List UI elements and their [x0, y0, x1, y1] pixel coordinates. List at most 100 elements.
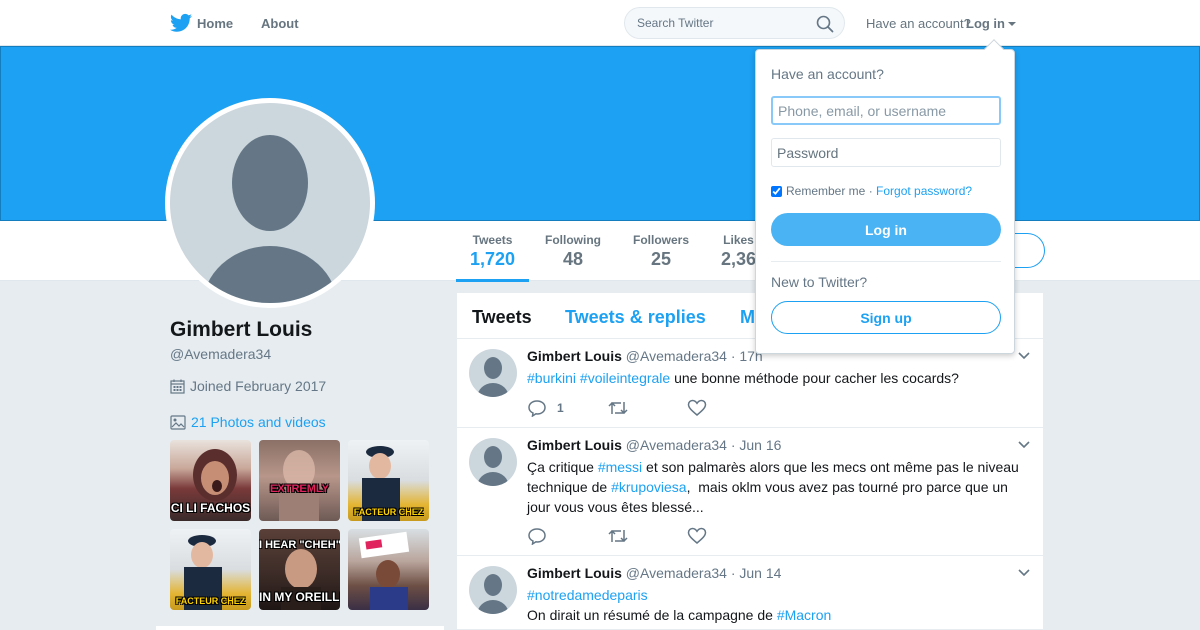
- nav-home-link[interactable]: Home: [197, 16, 233, 31]
- login-dropdown-toggle[interactable]: Log in: [966, 16, 1016, 31]
- tab-tweets-and-replies[interactable]: Tweets & replies: [565, 307, 706, 328]
- thumbnail-caption: IN MY OREILLETTE: [259, 590, 340, 604]
- tweet-author-handle[interactable]: @Avemadera34: [626, 437, 727, 453]
- tweet-text-segment: une bonne méthode pour cacher les cocard…: [670, 370, 959, 386]
- profile-avatar[interactable]: [165, 98, 375, 308]
- username-field[interactable]: [771, 96, 1001, 125]
- photos-link-label[interactable]: 21 Photos and videos: [191, 414, 326, 430]
- stat-value: 25: [650, 249, 672, 269]
- tweet-text-segment: Ça critique: [527, 459, 598, 475]
- like-icon[interactable]: [687, 527, 707, 545]
- remember-me-checkbox[interactable]: [771, 186, 782, 197]
- retweet-action[interactable]: [607, 527, 629, 548]
- search-box[interactable]: Search Twitter: [624, 7, 845, 39]
- tab-tweets[interactable]: Tweets: [472, 307, 532, 328]
- chevron-down-icon[interactable]: [1017, 568, 1031, 578]
- forgot-password-link[interactable]: Forgot password?: [876, 184, 972, 198]
- reply-icon[interactable]: [527, 399, 547, 418]
- new-to-twitter-text: New to Twitter?: [771, 274, 868, 290]
- reply-action[interactable]: 1: [527, 399, 564, 420]
- tweet-text: #notredamedeparis On dirait un résumé de…: [527, 585, 1027, 625]
- reply-count: 1: [557, 401, 564, 415]
- thumbnail-caption: EXTREMLY: [270, 483, 329, 495]
- photo-icon: [170, 415, 186, 430]
- login-link-label[interactable]: Log in: [966, 16, 1005, 31]
- active-tab-underline: [456, 279, 530, 282]
- photo-thumbnail[interactable]: I HEAR "CHEH" IN MY OREILLETTE: [259, 529, 340, 610]
- tweet-text: Ça critique #messi et son palmarès alors…: [527, 457, 1027, 517]
- tweet-timestamp[interactable]: · Jun 14: [731, 565, 782, 581]
- tweet-author-name[interactable]: Gimbert Louis: [527, 565, 622, 581]
- like-icon[interactable]: [687, 399, 707, 417]
- tweet-author-name[interactable]: Gimbert Louis: [527, 348, 622, 364]
- login-dropdown: Have an account? Remember me · Forgot pa…: [755, 39, 1015, 354]
- stat-following[interactable]: Following 48: [545, 233, 601, 270]
- tweet-header: Gimbert Louis @Avemadera34 · 17h: [527, 348, 763, 364]
- search-icon[interactable]: [816, 15, 834, 33]
- hashtag-link[interactable]: #voileintegrale: [580, 370, 670, 386]
- calendar-icon: [170, 379, 185, 394]
- default-avatar-icon: [477, 574, 509, 614]
- photo-thumbnail[interactable]: EXTREMLY: [259, 440, 340, 521]
- photo-thumbnail[interactable]: [348, 529, 429, 610]
- twitter-bird-icon[interactable]: [170, 13, 192, 33]
- chevron-down-icon[interactable]: [1017, 440, 1031, 450]
- retweet-icon[interactable]: [607, 527, 629, 545]
- stat-followers[interactable]: Followers 25: [633, 233, 689, 270]
- reply-icon[interactable]: [527, 527, 547, 546]
- signup-button[interactable]: Sign up: [771, 301, 1001, 334]
- stat-tweets[interactable]: Tweets 1,720: [456, 233, 530, 282]
- hashtag-link[interactable]: #Macron: [777, 607, 831, 623]
- left-column-card-edge: [156, 626, 444, 630]
- reply-action[interactable]: [527, 527, 547, 548]
- thumbnail-image: [358, 531, 410, 610]
- separator-dot: ·: [865, 184, 877, 198]
- tweet-text: #burkini #voileintegrale une bonne métho…: [527, 368, 1027, 388]
- chevron-down-icon[interactable]: [1017, 351, 1031, 361]
- password-field[interactable]: [771, 138, 1001, 167]
- tweet[interactable]: Gimbert Louis @Avemadera34 · Jun 16 Ça c…: [457, 428, 1045, 556]
- tweet-header: Gimbert Louis @Avemadera34 · Jun 16: [527, 437, 781, 453]
- photo-thumbnail[interactable]: CI LI FACHOS: [170, 440, 251, 521]
- nav-about-link[interactable]: About: [261, 16, 299, 31]
- joined-text: Joined February 2017: [190, 378, 327, 394]
- tweet-timestamp[interactable]: · Jun 16: [731, 437, 782, 453]
- thumbnail-caption: CI LI FACHOS: [170, 501, 251, 515]
- tweet-author-handle[interactable]: @Avemadera34: [626, 565, 727, 581]
- thumbnail-caption-top: I HEAR "CHEH": [259, 539, 340, 551]
- profile-name: Gimbert Louis: [170, 318, 313, 341]
- top-navigation: Home About Search Twitter Have an accoun…: [0, 0, 1200, 46]
- caret-down-icon: [1008, 22, 1016, 26]
- like-action[interactable]: [687, 527, 707, 548]
- tweet-author-name[interactable]: Gimbert Louis: [527, 437, 622, 453]
- stat-label: Following: [545, 233, 601, 247]
- thumbnail-caption: FACTEUR CHEZ: [353, 507, 424, 517]
- tweet-author-handle[interactable]: @Avemadera34: [626, 348, 727, 364]
- tweet-avatar[interactable]: [469, 438, 517, 486]
- login-button[interactable]: Log in: [771, 213, 1001, 246]
- tweet-avatar[interactable]: [469, 349, 517, 397]
- hashtag-link[interactable]: #messi: [598, 459, 642, 475]
- have-account-text: Have an account?: [866, 16, 971, 31]
- photo-thumbnail[interactable]: FACTEUR CHEZ: [348, 440, 429, 521]
- stat-label: Tweets: [472, 233, 513, 247]
- retweet-action[interactable]: [607, 399, 629, 420]
- like-action[interactable]: [687, 399, 707, 420]
- photo-thumbnail[interactable]: FACTEUR CHEZ: [170, 529, 251, 610]
- default-avatar-icon: [477, 446, 509, 486]
- tweet-header: Gimbert Louis @Avemadera34 · Jun 14: [527, 565, 781, 581]
- hashtag-link[interactable]: #burkini: [527, 370, 576, 386]
- profile-joined: Joined February 2017: [170, 378, 326, 394]
- stat-label: Followers: [633, 233, 690, 247]
- remember-me-label[interactable]: Remember me: [786, 184, 865, 198]
- hashtag-link[interactable]: #notredamedeparis: [527, 587, 648, 603]
- stat-likes[interactable]: Likes 2,36: [721, 233, 756, 270]
- photos-videos-link[interactable]: 21 Photos and videos: [170, 414, 326, 430]
- hashtag-link[interactable]: #krupoviesa: [611, 479, 687, 495]
- retweet-icon[interactable]: [607, 399, 629, 417]
- tweet-avatar[interactable]: [469, 566, 517, 614]
- profile-handle: @Avemadera34: [170, 346, 272, 362]
- tweet[interactable]: Gimbert Louis @Avemadera34 · Jun 14 #not…: [457, 556, 1045, 630]
- stat-label: Likes: [723, 233, 754, 247]
- tab-media[interactable]: M: [740, 307, 755, 328]
